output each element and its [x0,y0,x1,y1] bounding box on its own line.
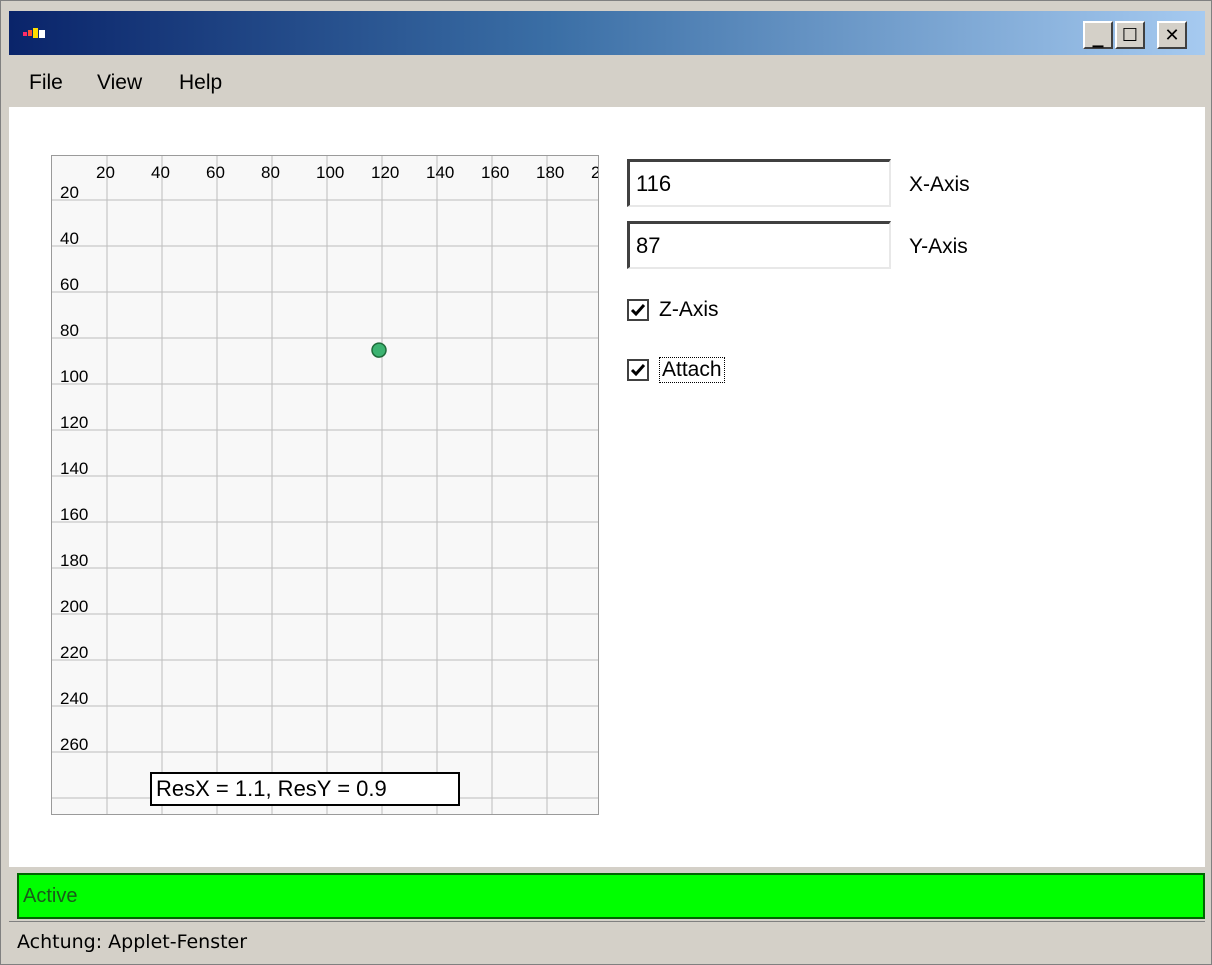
x-tick-label: 2 [591,163,599,182]
y-tick-label: 200 [60,597,88,616]
y-tick-label: 140 [60,459,88,478]
z-axis-checkbox-row[interactable]: Z-Axis [627,295,719,325]
x-tick-label: 100 [316,163,344,182]
z-axis-label: Z-Axis [659,298,719,321]
x-tick-label: 20 [96,163,115,182]
maximize-button[interactable]: ☐ [1115,21,1145,49]
resolution-label: ResX = 1.1, ResY = 0.9 [150,772,460,806]
coordinate-grid[interactable]: 20 40 60 80 100 120 140 160 180 2 20 40 60 80 100 120 14… [51,155,599,815]
x-tick-label: 180 [536,163,564,182]
java-app-icon [23,28,45,38]
x-tick-label: 80 [261,163,280,182]
y-tick-label: 180 [60,551,88,570]
x-tick-label: 140 [426,163,454,182]
z-axis-checkbox[interactable] [627,299,649,321]
attach-label: Attach [659,357,725,383]
cursor-point[interactable] [371,342,387,358]
x-tick-label: 160 [481,163,509,182]
maximize-icon: ☐ [1121,24,1139,46]
minimize-button[interactable]: _ [1083,21,1113,49]
client-area: 20 40 60 80 100 120 140 160 180 2 20 40 60 80 100 120 14… [9,107,1205,867]
x-tick-label: 120 [371,163,399,182]
checkmark-icon [630,304,646,317]
y-axis-label: Y-Axis [909,235,968,258]
y-tick-label: 40 [60,229,79,248]
x-tick-label: 60 [206,163,225,182]
close-button[interactable]: ✕ [1157,21,1187,49]
title-bar[interactable]: _ ☐ ✕ [9,11,1205,55]
y-tick-label: 260 [60,735,88,754]
menu-bar: File View Help [9,59,1205,105]
applet-warning-bar: Achtung: Applet-Fenster [9,921,1205,963]
y-tick-label: 100 [60,367,88,386]
x-axis-input[interactable] [627,159,891,207]
attach-checkbox[interactable] [627,359,649,381]
y-axis-input[interactable] [627,221,891,269]
y-tick-label: 160 [60,505,88,524]
y-tick-label: 20 [60,183,79,202]
y-tick-label: 60 [60,275,79,294]
applet-window: _ ☐ ✕ File View Help 20 40 60 80 100 120 140 16… [0,0,1212,965]
attach-checkbox-row[interactable]: Attach [627,355,725,385]
y-tick-label: 220 [60,643,88,662]
menu-help[interactable]: Help [179,71,222,95]
y-tick-label: 120 [60,413,88,432]
minimize-icon: _ [1092,22,1104,48]
grid-canvas[interactable]: 20 40 60 80 100 120 140 160 180 22040608010012014… [52,156,599,815]
status-bar-active: Active [17,873,1205,919]
x-tick-label: 40 [151,163,170,182]
y-tick-label: 240 [60,689,88,708]
menu-view[interactable]: View [97,71,142,95]
menu-file[interactable]: File [29,71,63,95]
checkmark-icon [630,364,646,377]
y-tick-label: 80 [60,321,79,340]
x-axis-label: X-Axis [909,173,970,196]
close-icon: ✕ [1164,24,1180,46]
